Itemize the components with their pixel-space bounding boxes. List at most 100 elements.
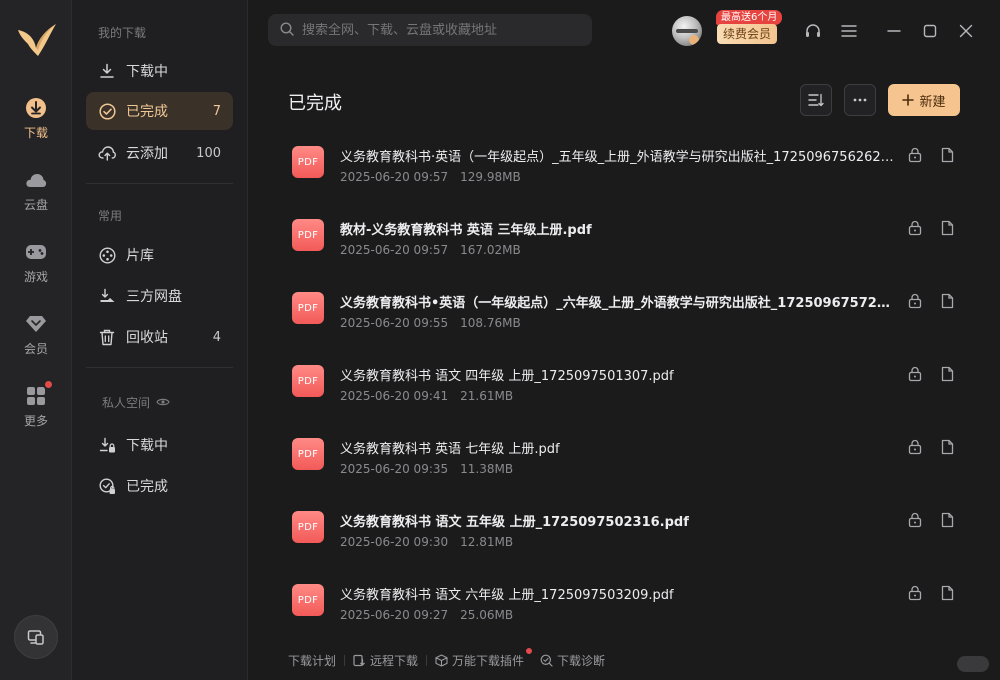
new-task-button[interactable]: 新建 — [888, 84, 960, 116]
lock-icon[interactable] — [906, 438, 924, 456]
check-circle-icon — [98, 102, 116, 120]
more-button[interactable] — [844, 84, 876, 116]
headset-icon[interactable] — [804, 22, 822, 40]
divider — [86, 367, 233, 368]
rail-label: 会员 — [23, 341, 48, 356]
pdf-file-icon: PDF — [292, 219, 324, 251]
universal-plugin-link[interactable]: 万能下载插件 — [435, 646, 535, 669]
file-size: 25.06MB — [460, 608, 514, 622]
file-icon[interactable] — [938, 292, 956, 310]
file-icon[interactable] — [938, 219, 956, 237]
file-name: 义务教育教科书 语文 六年级 上册_1725097503209.pdf — [340, 588, 674, 603]
search-input[interactable] — [302, 22, 572, 38]
file-icon[interactable] — [938, 146, 956, 164]
cube-icon — [435, 654, 448, 667]
page-title: 已完成 — [288, 93, 342, 114]
file-row[interactable]: PDF 义务教育教科书 语文 五年级 上册_1725097502316.pdf … — [280, 505, 970, 571]
download-plan-link[interactable]: 下载计划 — [288, 652, 336, 669]
sidebar-item-label: 片库 — [126, 248, 154, 264]
file-icon[interactable] — [938, 511, 956, 529]
rail-item-download[interactable]: 下载 — [0, 88, 72, 148]
minimize-icon[interactable] — [885, 22, 903, 40]
notification-dot — [524, 646, 535, 656]
maximize-icon[interactable] — [921, 22, 939, 40]
lock-icon[interactable] — [906, 511, 924, 529]
footer-label: 下载诊断 — [557, 654, 606, 668]
file-meta: 2025-06-20 09:55 108.76MB — [340, 316, 521, 330]
rail-item-cloud[interactable]: 云盘 — [0, 160, 72, 220]
file-size: 108.76MB — [460, 316, 521, 330]
close-icon[interactable] — [957, 22, 975, 40]
file-name: 教材-义务教育教科书 英语 三年级上册.pdf — [340, 223, 592, 238]
lock-download-icon — [98, 436, 116, 454]
divider — [344, 655, 346, 666]
download-diagnose-link[interactable]: 下载诊断 — [540, 652, 605, 669]
renew-vip-button[interactable]: 续费会员 — [717, 24, 777, 44]
file-date: 2025-06-20 09:30 — [340, 535, 449, 549]
recycle-count: 4 — [212, 329, 221, 345]
device-switch-button[interactable] — [14, 615, 58, 659]
sidebar-item-private-downloading[interactable]: 下载中 — [86, 426, 233, 464]
lock-icon[interactable] — [906, 146, 924, 164]
file-row[interactable]: PDF 教材-义务教育教科书 英语 三年级上册.pdf 2025-06-20 0… — [280, 213, 970, 279]
search-box[interactable] — [268, 14, 592, 46]
diamond-icon — [24, 312, 48, 336]
left-rail: 下载 云盘 游戏 会员 更多 — [0, 0, 72, 680]
lock-icon[interactable] — [906, 292, 924, 310]
pdf-file-icon: PDF — [292, 365, 324, 397]
sort-button[interactable] — [800, 84, 832, 116]
sidebar-item-library[interactable]: 片库 — [86, 236, 233, 274]
file-name: 义务教育教科书 语文 五年级 上册_1725097502316.pdf — [340, 515, 689, 530]
file-size: 12.81MB — [460, 535, 514, 549]
sidebar-item-label: 已完成 — [126, 104, 168, 120]
file-row[interactable]: PDF 义务教育教科书 语文 四年级 上册_1725097501307.pdf … — [280, 359, 970, 425]
eye-icon[interactable] — [156, 396, 170, 410]
pdf-file-icon: PDF — [292, 511, 324, 543]
sidebar-item-completed[interactable]: 已完成 7 — [86, 92, 233, 130]
footer-bar: 下载计划 远程下载 万能下载插件 下载诊断 — [288, 646, 605, 669]
file-icon[interactable] — [938, 365, 956, 383]
rail-label: 下载 — [23, 125, 48, 140]
rail-label: 游戏 — [23, 269, 48, 284]
file-row[interactable]: PDF 义务教育教科书•英语（一年级起点）_六年级_上册_外语教学与研究出版社_… — [280, 286, 970, 352]
menu-icon[interactable] — [840, 22, 858, 40]
rail-label: 更多 — [23, 413, 48, 428]
avatar[interactable] — [672, 16, 702, 46]
rail-item-vip[interactable]: 会员 — [0, 304, 72, 364]
divider — [86, 183, 233, 184]
cloud-add-count: 100 — [196, 145, 221, 161]
sidebar-item-recycle-bin[interactable]: 回收站 4 — [86, 318, 233, 356]
file-row[interactable]: PDF 义务教育教科书 英语 七年级 上册.pdf 2025-06-20 09:… — [280, 432, 970, 498]
remote-download-link[interactable]: 远程下载 — [353, 652, 418, 669]
search-icon — [280, 21, 294, 40]
file-row[interactable]: PDF 义务教育教科书 语文 六年级 上册_1725097503209.pdf … — [280, 578, 970, 644]
file-date: 2025-06-20 09:57 — [340, 243, 449, 257]
new-button-label: 新建 — [919, 94, 946, 110]
file-icon[interactable] — [938, 584, 956, 602]
rail-item-more[interactable]: 更多 — [0, 376, 72, 436]
lock-icon[interactable] — [906, 365, 924, 383]
rail-label: 云盘 — [23, 197, 48, 212]
promo-badge: 最高送6个月 — [716, 10, 783, 25]
sidebar-item-third-party-drive[interactable]: 三方网盘 — [86, 277, 233, 315]
file-icon[interactable] — [938, 438, 956, 456]
lock-icon[interactable] — [906, 219, 924, 237]
file-row[interactable]: PDF 义务教育教科书·英语（一年级起点）_五年级_上册_外语教学与研究出版社_… — [280, 140, 970, 206]
file-name: 义务教育教科书·英语（一年级起点）_五年级_上册_外语教学与研究出版社_1725… — [340, 150, 896, 165]
sidebar-item-downloading[interactable]: 下载中 — [86, 52, 233, 90]
notification-dot — [43, 378, 54, 390]
diagnose-icon — [540, 654, 553, 667]
lock-icon[interactable] — [906, 584, 924, 602]
sidebar-item-label: 三方网盘 — [126, 289, 182, 305]
file-meta: 2025-06-20 09:41 21.61MB — [340, 389, 513, 403]
sidebar-item-private-completed[interactable]: 已完成 — [86, 467, 233, 505]
rail-item-games[interactable]: 游戏 — [0, 232, 72, 292]
gamepad-icon — [24, 240, 48, 264]
app-logo-icon — [14, 18, 58, 62]
download-icon — [98, 62, 116, 80]
section-title: 我的下载 — [98, 26, 147, 40]
file-meta: 2025-06-20 09:35 11.38MB — [340, 462, 513, 476]
pdf-file-icon: PDF — [292, 584, 324, 616]
sidebar-item-cloud-add[interactable]: 云添加 100 — [86, 134, 233, 172]
plus-icon — [902, 94, 915, 106]
